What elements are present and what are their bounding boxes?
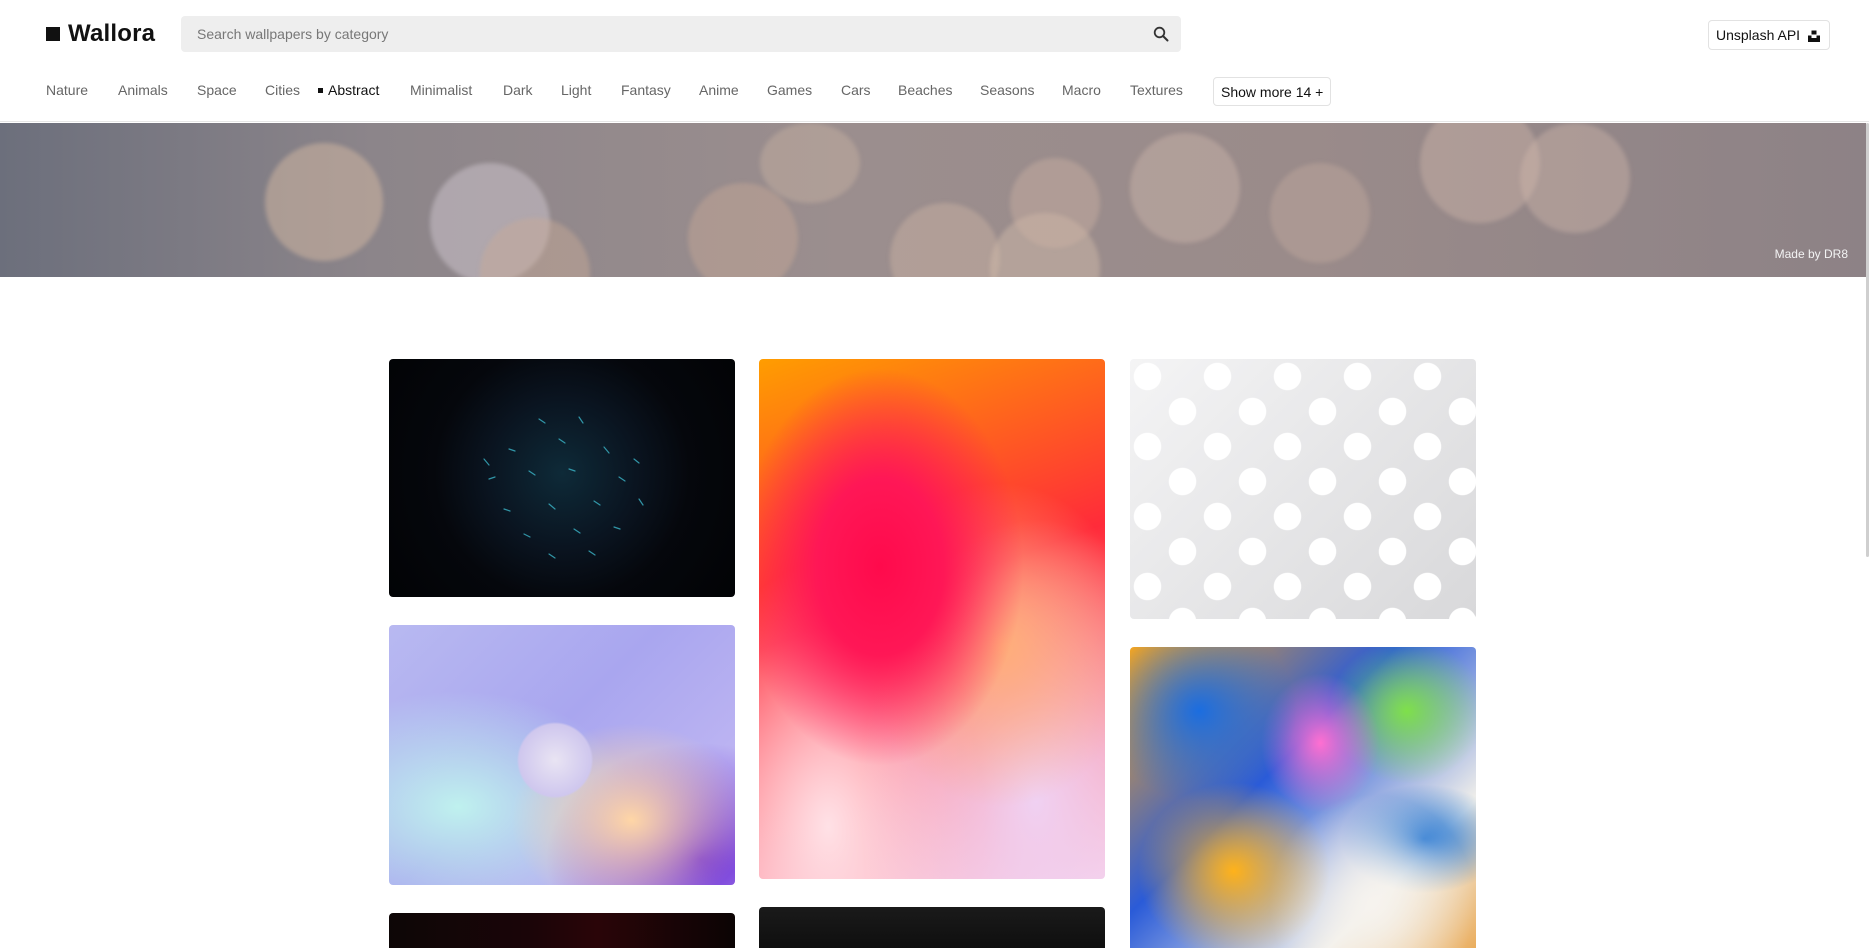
bokeh-light: [688, 183, 798, 277]
bokeh-light: [1270, 163, 1370, 263]
bokeh-light: [1130, 133, 1240, 243]
wallpaper-card[interactable]: [389, 913, 735, 948]
hero-banner: Made by DR8: [0, 123, 1866, 277]
nav-item-dark[interactable]: Dark: [503, 82, 533, 98]
bokeh-light: [890, 203, 1000, 277]
wallpaper-image: [483, 416, 644, 559]
nav-item-space[interactable]: Space: [197, 82, 237, 98]
logo[interactable]: Wallora: [46, 20, 155, 48]
wallpaper-card[interactable]: [389, 625, 735, 885]
unsplash-icon: [1808, 29, 1821, 42]
nav-item-seasons[interactable]: Seasons: [980, 82, 1034, 98]
unsplash-api-button[interactable]: Unsplash API: [1708, 20, 1831, 50]
nav-item-anime[interactable]: Anime: [699, 82, 739, 98]
search-icon[interactable]: [1141, 16, 1181, 52]
wallpaper-card[interactable]: [759, 359, 1105, 879]
nav-item-abstract[interactable]: Abstract: [318, 82, 380, 98]
logo-text: Wallora: [68, 20, 156, 47]
nav-item-light[interactable]: Light: [561, 82, 591, 98]
wallpaper-card[interactable]: [1130, 647, 1476, 948]
nav-item-macro[interactable]: Macro: [1062, 82, 1101, 98]
bokeh-light: [1010, 158, 1100, 248]
wallpaper-card[interactable]: [389, 359, 735, 597]
show-more-button[interactable]: Show more 14 +: [1213, 77, 1332, 106]
nav-item-cars[interactable]: Cars: [841, 82, 871, 98]
category-nav: Nature Animals Space Cities Abstract Min…: [0, 78, 1869, 104]
search-input[interactable]: [181, 16, 1141, 52]
nav-item-abstract-label: Abstract: [328, 82, 380, 98]
nav-item-cities[interactable]: Cities: [265, 82, 300, 98]
bokeh-light: [1520, 123, 1630, 233]
wallpaper-card[interactable]: [759, 907, 1105, 948]
nav-item-fantasy[interactable]: Fantasy: [621, 82, 671, 98]
nav-item-nature[interactable]: Nature: [46, 82, 88, 98]
bokeh-light: [760, 123, 860, 203]
nav-item-minimalist[interactable]: Minimalist: [410, 82, 472, 98]
wallpaper-card[interactable]: [1130, 359, 1476, 619]
nav-item-animals[interactable]: Animals: [118, 82, 168, 98]
unsplash-api-label: Unsplash API: [1716, 27, 1801, 43]
logo-square-icon: [46, 27, 60, 41]
active-indicator-icon: [318, 88, 323, 93]
search-bar: [181, 16, 1181, 52]
nav-item-games[interactable]: Games: [767, 82, 812, 98]
banner-credit[interactable]: Made by DR8: [1775, 247, 1848, 261]
nav-item-textures[interactable]: Textures: [1130, 82, 1183, 98]
nav-item-beaches[interactable]: Beaches: [898, 82, 952, 98]
bokeh-light: [265, 143, 383, 261]
